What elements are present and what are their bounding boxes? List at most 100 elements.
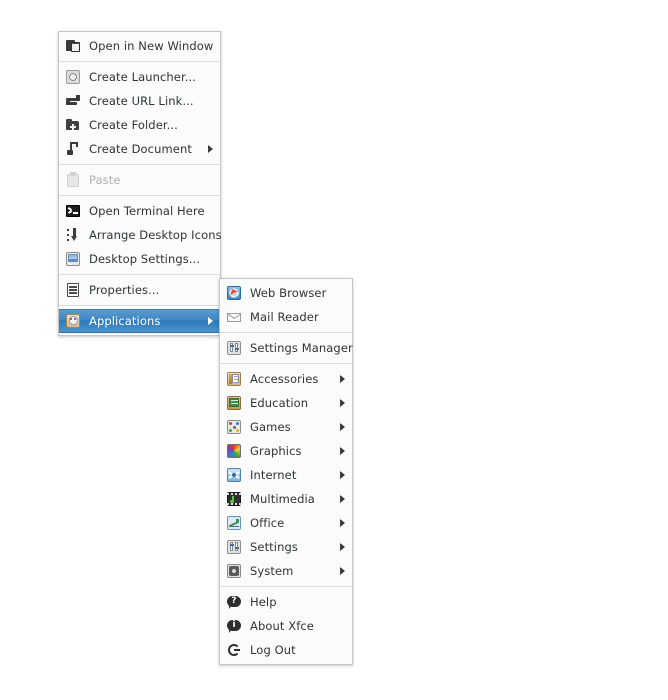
- log-out-icon: [226, 642, 242, 658]
- submenu-arrow-icon: [340, 423, 345, 431]
- open-in-new-window-icon: [65, 38, 81, 54]
- internet-icon: [226, 467, 242, 483]
- menu-item-label: Games: [250, 420, 291, 434]
- system-icon: [226, 563, 242, 579]
- menu-item-arrange-desktop-icons[interactable]: Arrange Desktop Icons: [59, 223, 222, 247]
- web-browser-icon: [226, 285, 242, 301]
- menu-item-label: Education: [250, 396, 309, 410]
- menu-separator: [59, 164, 220, 165]
- menu-item-education[interactable]: Education: [220, 391, 352, 415]
- submenu-arrow-icon: [208, 145, 213, 153]
- create-document-icon: [65, 141, 81, 157]
- menu-item-applications[interactable]: Applications: [59, 309, 220, 333]
- submenu-arrow-icon: [208, 317, 213, 325]
- about-icon: i: [226, 618, 242, 634]
- menu-item-settings-manager[interactable]: Settings Manager: [220, 336, 353, 360]
- menu-item-label: Properties...: [89, 283, 160, 297]
- terminal-icon: [65, 203, 81, 219]
- menu-item-label: Create Launcher...: [89, 70, 197, 84]
- menu-item-open-terminal-here[interactable]: Open Terminal Here: [59, 199, 220, 223]
- submenu-arrow-icon: [340, 375, 345, 383]
- submenu-arrow-icon: [340, 447, 345, 455]
- menu-separator: [59, 274, 220, 275]
- properties-icon: [65, 282, 81, 298]
- applications-icon: [65, 313, 81, 329]
- settings-manager-icon: [226, 340, 242, 356]
- menu-separator: [59, 61, 220, 62]
- menu-item-help[interactable]: ? Help: [220, 590, 352, 614]
- menu-item-label: Arrange Desktop Icons: [89, 228, 222, 242]
- menu-item-label: Internet: [250, 468, 297, 482]
- menu-item-log-out[interactable]: Log Out: [220, 638, 352, 662]
- menu-item-label: Office: [250, 516, 285, 530]
- menu-item-settings[interactable]: Settings: [220, 535, 352, 559]
- desktop-root: Open in New Window Create Launcher... Crea…: [0, 0, 668, 700]
- menu-item-label: Create Document: [89, 142, 192, 156]
- menu-item-label: Desktop Settings...: [89, 252, 201, 266]
- education-icon: [226, 395, 242, 411]
- submenu-arrow-icon: [340, 519, 345, 527]
- accessories-icon: [226, 371, 242, 387]
- create-url-link-icon: [65, 93, 81, 109]
- menu-item-paste: Paste: [59, 168, 220, 192]
- menu-item-label: Create URL Link...: [89, 94, 194, 108]
- submenu-arrow-icon: [340, 471, 345, 479]
- menu-separator: [220, 363, 352, 364]
- menu-item-label: Mail Reader: [250, 310, 319, 324]
- menu-item-label: Web Browser: [250, 286, 327, 300]
- menu-item-mail-reader[interactable]: Mail Reader: [220, 305, 352, 329]
- menu-separator: [220, 332, 352, 333]
- menu-item-label: Open in New Window: [89, 39, 214, 53]
- menu-item-label: Open Terminal Here: [89, 204, 205, 218]
- menu-item-web-browser[interactable]: Web Browser: [220, 281, 352, 305]
- menu-item-label: Graphics: [250, 444, 302, 458]
- menu-item-label: About Xfce: [250, 619, 314, 633]
- mail-reader-icon: [226, 309, 242, 325]
- create-folder-icon: [65, 117, 81, 133]
- menu-separator: [220, 586, 352, 587]
- paste-icon: [65, 172, 81, 188]
- menu-item-system[interactable]: System: [220, 559, 352, 583]
- menu-item-label: Log Out: [250, 643, 296, 657]
- office-icon: [226, 515, 242, 531]
- menu-item-internet[interactable]: Internet: [220, 463, 352, 487]
- menu-item-create-launcher[interactable]: Create Launcher...: [59, 65, 220, 89]
- menu-item-label: Multimedia: [250, 492, 315, 506]
- menu-item-accessories[interactable]: Accessories: [220, 367, 352, 391]
- menu-item-desktop-settings[interactable]: Desktop Settings...: [59, 247, 220, 271]
- menu-separator: [59, 305, 220, 306]
- menu-item-label: Accessories: [250, 372, 319, 386]
- menu-item-label: Settings: [250, 540, 298, 554]
- menu-item-about-xfce[interactable]: i About Xfce: [220, 614, 352, 638]
- desktop-context-menu[interactable]: Open in New Window Create Launcher... Crea…: [58, 31, 222, 336]
- menu-item-create-url-link[interactable]: Create URL Link...: [59, 89, 220, 113]
- graphics-icon: [226, 443, 242, 459]
- menu-item-open-in-new-window[interactable]: Open in New Window: [59, 34, 220, 58]
- submenu-arrow-icon: [340, 567, 345, 575]
- submenu-arrow-icon: [340, 495, 345, 503]
- menu-item-office[interactable]: Office: [220, 511, 352, 535]
- menu-item-graphics[interactable]: Graphics: [220, 439, 352, 463]
- submenu-arrow-icon: [340, 543, 345, 551]
- create-launcher-icon: [65, 69, 81, 85]
- menu-item-properties[interactable]: Properties...: [59, 278, 220, 302]
- menu-item-games[interactable]: Games: [220, 415, 352, 439]
- menu-item-label: Help: [250, 595, 277, 609]
- desktop-settings-icon: [65, 251, 81, 267]
- help-icon: ?: [226, 594, 242, 610]
- multimedia-icon: [226, 491, 242, 507]
- menu-item-label: Settings Manager: [250, 341, 353, 355]
- menu-item-create-folder[interactable]: Create Folder...: [59, 113, 220, 137]
- applications-submenu[interactable]: Web Browser Mail Reader Settings Manager Ac…: [219, 278, 353, 665]
- menu-item-create-document[interactable]: Create Document: [59, 137, 220, 161]
- menu-item-label: Applications: [89, 314, 161, 328]
- menu-item-label: System: [250, 564, 294, 578]
- menu-item-label: Paste: [89, 173, 121, 187]
- settings-icon: [226, 539, 242, 555]
- menu-separator: [59, 195, 220, 196]
- submenu-arrow-icon: [340, 399, 345, 407]
- menu-item-label: Create Folder...: [89, 118, 178, 132]
- games-icon: [226, 419, 242, 435]
- arrange-desktop-icons-icon: [65, 227, 81, 243]
- menu-item-multimedia[interactable]: Multimedia: [220, 487, 352, 511]
